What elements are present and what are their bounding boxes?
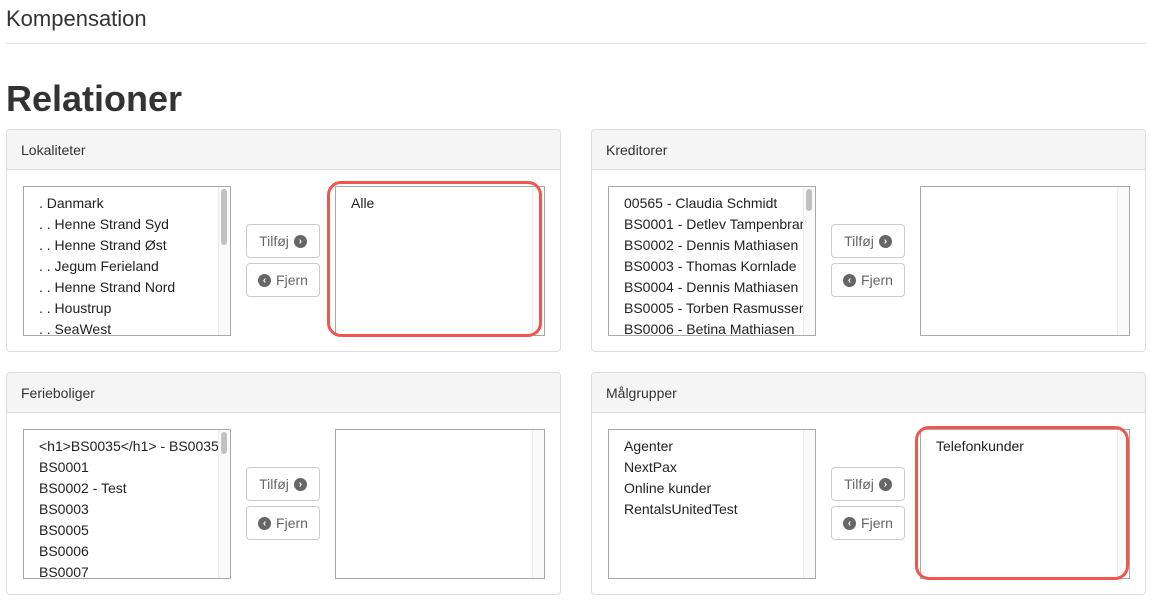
list-option[interactable]: BS0001 - Detlev Tampenbrandt xyxy=(609,214,815,235)
page-title: Relationer xyxy=(6,78,183,119)
list-option[interactable]: BS0002 - Dennis Mathiasen xyxy=(609,235,803,256)
top-bar: Kompensation xyxy=(6,0,1146,44)
scrollbar[interactable] xyxy=(1117,187,1129,335)
list-option[interactable]: . . Henne Strand Øst xyxy=(24,235,218,256)
selected-list-malgrupper[interactable]: Telefonkunder xyxy=(920,429,1130,579)
selected-list-lokaliteter[interactable]: Alle xyxy=(335,186,545,336)
list-option[interactable]: . . SeaWest xyxy=(24,319,218,335)
list-option[interactable]: 00565 - Claudia Schmidt xyxy=(609,193,803,214)
list-option[interactable]: Agenter xyxy=(609,436,803,457)
panel-title: Lokaliteter xyxy=(7,130,560,170)
available-list-kreditorer[interactable]: 00565 - Claudia Schmidt BS0001 - Detlev T… xyxy=(608,186,816,336)
list-option[interactable]: RentalsUnitedTest xyxy=(609,499,803,520)
selected-list-kreditorer[interactable] xyxy=(920,186,1130,336)
panel-ferieboliger: Ferieboliger <h1>BS0035</h1> - BS0035 BS0… xyxy=(6,372,561,595)
arrow-left-circle-icon: ‹ xyxy=(258,273,272,287)
add-button[interactable]: Tilføj › xyxy=(831,467,905,501)
list-option[interactable]: BS0006 - Betina Mathiasen xyxy=(609,319,803,335)
remove-button-label: Fjern xyxy=(861,515,893,531)
list-option[interactable]: . . Jegum Ferieland xyxy=(24,256,218,277)
list-option[interactable]: . . Houstrup xyxy=(24,298,218,319)
panel-title: Kreditorer xyxy=(592,130,1145,170)
list-option[interactable]: Online kunder xyxy=(609,478,803,499)
add-button-label: Tilføj xyxy=(844,233,874,249)
list-option[interactable]: . Danmark xyxy=(24,193,218,214)
arrow-right-circle-icon: › xyxy=(293,477,307,491)
add-button[interactable]: Tilføj › xyxy=(246,467,320,501)
add-button[interactable]: Tilføj › xyxy=(831,224,905,258)
panel-kreditorer: Kreditorer 00565 - Claudia Schmidt BS0001… xyxy=(591,129,1146,352)
list-option[interactable]: BS0007 xyxy=(24,562,218,578)
panel-lokaliteter: Lokaliteter . Danmark. . Henne Strand Sy… xyxy=(6,129,561,352)
remove-button-label: Fjern xyxy=(276,272,308,288)
arrow-right-circle-icon: › xyxy=(878,234,892,248)
available-list-malgrupper[interactable]: Agenter NextPax Online kunder RentalsUnited… xyxy=(608,429,816,579)
scrollbar-thumb[interactable] xyxy=(221,189,227,245)
selected-list-ferieboliger[interactable] xyxy=(335,429,545,579)
remove-button[interactable]: ‹ Fjern xyxy=(831,263,905,297)
list-option[interactable]: NextPax xyxy=(609,457,803,478)
list-option[interactable]: BS0004 - Dennis Mathiasen xyxy=(609,277,803,298)
list-option[interactable]: BS0003 xyxy=(24,499,218,520)
arrow-left-circle-icon: ‹ xyxy=(843,516,857,530)
scrollbar-thumb[interactable] xyxy=(221,432,227,454)
arrow-left-circle-icon: ‹ xyxy=(258,516,272,530)
scrollbar[interactable] xyxy=(803,430,815,578)
list-option[interactable]: Telefonkunder xyxy=(921,436,1117,457)
list-option[interactable]: BS0006 xyxy=(24,541,218,562)
list-option[interactable]: BS0001 xyxy=(24,457,218,478)
remove-button[interactable]: ‹ Fjern xyxy=(831,506,905,540)
list-option[interactable]: BS0005 xyxy=(24,520,218,541)
remove-button-label: Fjern xyxy=(861,272,893,288)
list-option[interactable]: BS0002 - Test xyxy=(24,478,218,499)
remove-button-label: Fjern xyxy=(276,515,308,531)
add-button-label: Tilføj xyxy=(259,476,289,492)
add-button-label: Tilføj xyxy=(259,233,289,249)
arrow-left-circle-icon: ‹ xyxy=(843,273,857,287)
list-option[interactable]: BS0003 - Thomas Kornlade xyxy=(609,256,803,277)
scrollbar[interactable] xyxy=(218,187,230,335)
list-option[interactable]: BS0005 - Torben Rasmussen xyxy=(609,298,807,319)
list-option[interactable]: . . Henne Strand Syd xyxy=(24,214,218,235)
remove-button[interactable]: ‹ Fjern xyxy=(246,263,320,297)
add-button[interactable]: Tilføj › xyxy=(246,224,320,258)
scrollbar[interactable] xyxy=(1117,430,1129,578)
app-title: Kompensation xyxy=(6,6,147,31)
arrow-right-circle-icon: › xyxy=(878,477,892,491)
remove-button[interactable]: ‹ Fjern xyxy=(246,506,320,540)
scrollbar[interactable] xyxy=(803,187,815,335)
scrollbar[interactable] xyxy=(532,430,544,578)
list-option[interactable]: <h1>BS0035</h1> - BS0035 xyxy=(24,436,219,457)
arrow-right-circle-icon: › xyxy=(293,234,307,248)
scrollbar-thumb[interactable] xyxy=(806,189,812,211)
available-list-ferieboliger[interactable]: <h1>BS0035</h1> - BS0035 BS0001 BS0002 - T… xyxy=(23,429,231,579)
scrollbar[interactable] xyxy=(532,187,544,335)
add-button-label: Tilføj xyxy=(844,476,874,492)
panel-title: Ferieboliger xyxy=(7,373,560,413)
panel-malgrupper: Målgrupper Agenter NextPax Online kunder Re… xyxy=(591,372,1146,595)
scrollbar[interactable] xyxy=(218,430,230,578)
panel-title: Målgrupper xyxy=(592,373,1145,413)
list-option[interactable]: . . Henne Strand Nord xyxy=(24,277,218,298)
available-list-lokaliteter[interactable]: . Danmark. . Henne Strand Syd. . Henne S… xyxy=(23,186,231,336)
list-option[interactable]: Alle xyxy=(336,193,532,214)
